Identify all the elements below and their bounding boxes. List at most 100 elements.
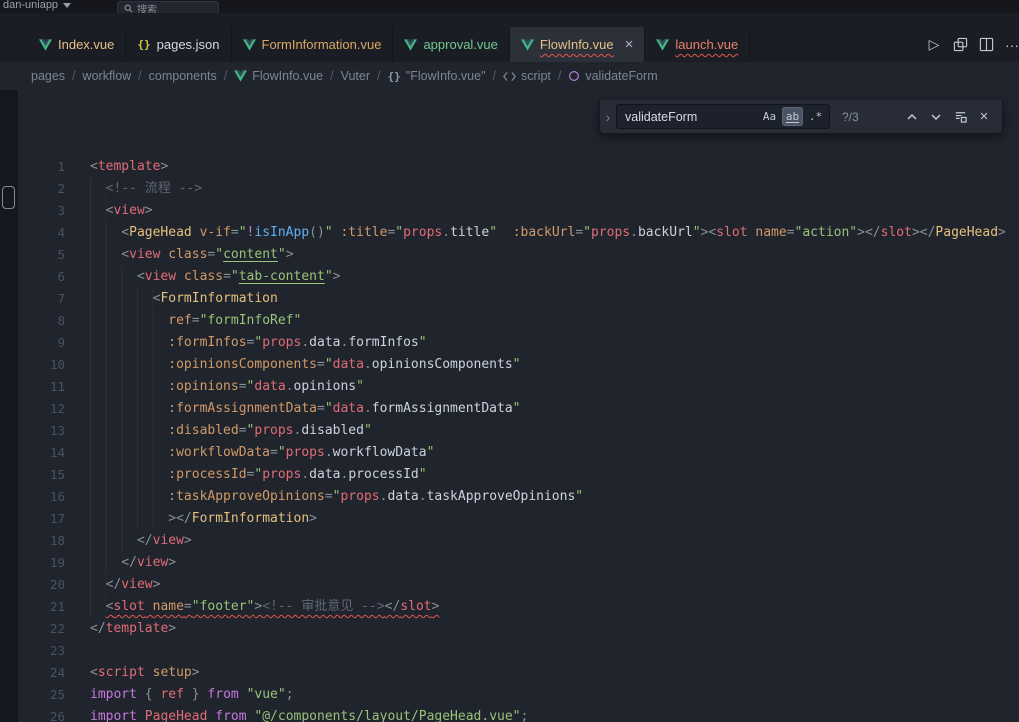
- code-content[interactable]: <FormInformation: [65, 288, 278, 310]
- code-token[interactable]: slot: [716, 225, 747, 240]
- line-number[interactable]: 25: [18, 684, 65, 706]
- code-line[interactable]: 23: [18, 640, 1019, 662]
- code-token[interactable]: ": [215, 247, 223, 262]
- code-token[interactable]: .: [364, 401, 372, 416]
- code-token[interactable]: content: [223, 247, 278, 262]
- code-token[interactable]: =: [787, 225, 795, 240]
- code-content[interactable]: :opinionsComponents="data.opinionsCompon…: [65, 354, 521, 376]
- code-line[interactable]: 22</template>: [18, 618, 1019, 640]
- code-token[interactable]: :workflowData: [168, 445, 270, 460]
- line-number[interactable]: 16: [18, 486, 65, 508]
- code-content[interactable]: :processId="props.data.processId": [65, 464, 427, 486]
- find-in-selection-button[interactable]: [948, 105, 972, 129]
- breadcrumb-item-script[interactable]: script: [503, 69, 551, 83]
- code-token[interactable]: :taskApproveOpinions: [168, 489, 325, 504]
- code-token[interactable]: FormInformation: [192, 511, 309, 526]
- titlebar-search[interactable]: 搜索: [117, 1, 219, 13]
- side-strip[interactable]: [0, 90, 18, 722]
- line-number[interactable]: 24: [18, 662, 65, 684]
- code-token[interactable]: :opinionsComponents: [168, 357, 317, 372]
- toggle-replace-button[interactable]: ›: [600, 100, 616, 133]
- code-token[interactable]: :backUrl: [513, 225, 576, 240]
- code-token[interactable]: data: [387, 489, 418, 504]
- window-title[interactable]: dan-uniapp: [3, 0, 71, 11]
- split-editor-icon[interactable]: [973, 32, 999, 58]
- code-token[interactable]: =: [192, 313, 200, 328]
- code-line[interactable]: 7<FormInformation: [18, 288, 1019, 310]
- code-token[interactable]: "footer": [192, 599, 255, 614]
- regex-toggle[interactable]: .*: [805, 107, 826, 126]
- previous-match-button[interactable]: [900, 105, 924, 129]
- code-token[interactable]: :formAssignmentData: [168, 401, 317, 416]
- code-token[interactable]: view: [129, 247, 160, 262]
- code-token[interactable]: processId: [348, 467, 418, 482]
- code-content[interactable]: import { ref } from "vue";: [65, 684, 294, 706]
- code-line[interactable]: 20</view>: [18, 574, 1019, 596]
- code-token[interactable]: view: [145, 269, 176, 284]
- code-line[interactable]: 17></FormInformation>: [18, 508, 1019, 530]
- code-token[interactable]: >: [168, 621, 176, 636]
- code-token[interactable]: tab-content: [239, 269, 325, 284]
- code-content[interactable]: :formAssignmentData="data.formAssignment…: [65, 398, 521, 420]
- code-token[interactable]: PageHead: [145, 709, 208, 722]
- breadcrumb-item-Vuter[interactable]: Vuter: [341, 69, 370, 83]
- code-content[interactable]: <!-- 流程 -->: [65, 178, 202, 200]
- code-content[interactable]: <view class="content">: [65, 244, 294, 266]
- code-token[interactable]: [137, 687, 145, 702]
- code-token[interactable]: =: [184, 599, 192, 614]
- code-token[interactable]: =: [317, 401, 325, 416]
- code-content[interactable]: <PageHead v-if="!isInApp()" :title="prop…: [65, 222, 1006, 244]
- code-content[interactable]: :formInfos="props.data.formInfos": [65, 332, 427, 354]
- line-number[interactable]: 18: [18, 530, 65, 552]
- line-number[interactable]: 3: [18, 200, 65, 222]
- code-token[interactable]: >: [998, 225, 1006, 240]
- code-token[interactable]: ;: [286, 687, 294, 702]
- code-token[interactable]: view: [137, 555, 168, 570]
- code-token[interactable]: >: [184, 533, 192, 548]
- code-line[interactable]: 13:disabled="props.disabled": [18, 420, 1019, 442]
- code-token[interactable]: ": [575, 489, 583, 504]
- code-token[interactable]: import: [90, 687, 137, 702]
- code-token[interactable]: >: [153, 577, 161, 592]
- code-content[interactable]: <slot name="footer"><!-- 审批意见 --></slot>: [65, 596, 439, 618]
- code-line[interactable]: 9:formInfos="props.data.formInfos": [18, 332, 1019, 354]
- code-token[interactable]: }: [192, 687, 200, 702]
- line-number[interactable]: 26: [18, 706, 65, 722]
- code-token[interactable]: :processId: [168, 467, 246, 482]
- code-token[interactable]: .: [286, 379, 294, 394]
- line-number[interactable]: 19: [18, 552, 65, 574]
- code-token[interactable]: "action": [795, 225, 858, 240]
- breadcrumb-item-workflow[interactable]: workflow: [83, 69, 132, 83]
- tab-FormInformation.vue[interactable]: FormInformation.vue: [232, 27, 394, 62]
- code-token[interactable]: =: [317, 357, 325, 372]
- code-token[interactable]: formAssignmentData: [372, 401, 513, 416]
- line-number[interactable]: 5: [18, 244, 65, 266]
- code-token[interactable]: PageHead: [129, 225, 192, 240]
- code-token[interactable]: .: [301, 335, 309, 350]
- code-content[interactable]: :taskApproveOpinions="props.data.taskApp…: [65, 486, 583, 508]
- code-line[interactable]: 16:taskApproveOpinions="props.data.taskA…: [18, 486, 1019, 508]
- code-token[interactable]: name: [755, 225, 786, 240]
- tab-approval.vue[interactable]: approval.vue: [393, 27, 509, 62]
- code-token[interactable]: ": [325, 269, 333, 284]
- code-token[interactable]: .: [630, 225, 638, 240]
- code-token[interactable]: <!-- 流程 -->: [106, 181, 202, 196]
- find-input[interactable]: [625, 110, 757, 124]
- code-token[interactable]: ref: [160, 687, 183, 702]
- line-number[interactable]: 12: [18, 398, 65, 420]
- code-token[interactable]: </: [385, 599, 401, 614]
- code-token[interactable]: >: [145, 203, 153, 218]
- breadcrumb-item-pages[interactable]: pages: [31, 69, 65, 83]
- code-token[interactable]: =: [239, 423, 247, 438]
- code-content[interactable]: :opinions="data.opinions": [65, 376, 364, 398]
- code-token[interactable]: =: [270, 445, 278, 460]
- code-token[interactable]: from: [215, 709, 246, 722]
- code-token[interactable]: class: [168, 247, 207, 262]
- code-line[interactable]: 2<!-- 流程 -->: [18, 178, 1019, 200]
- code-token[interactable]: ": [364, 423, 372, 438]
- line-number[interactable]: 4: [18, 222, 65, 244]
- code-content[interactable]: <view class="tab-content">: [65, 266, 340, 288]
- code-line[interactable]: 12:formAssignmentData="data.formAssignme…: [18, 398, 1019, 420]
- code-token[interactable]: </: [137, 533, 153, 548]
- line-number[interactable]: 17: [18, 508, 65, 530]
